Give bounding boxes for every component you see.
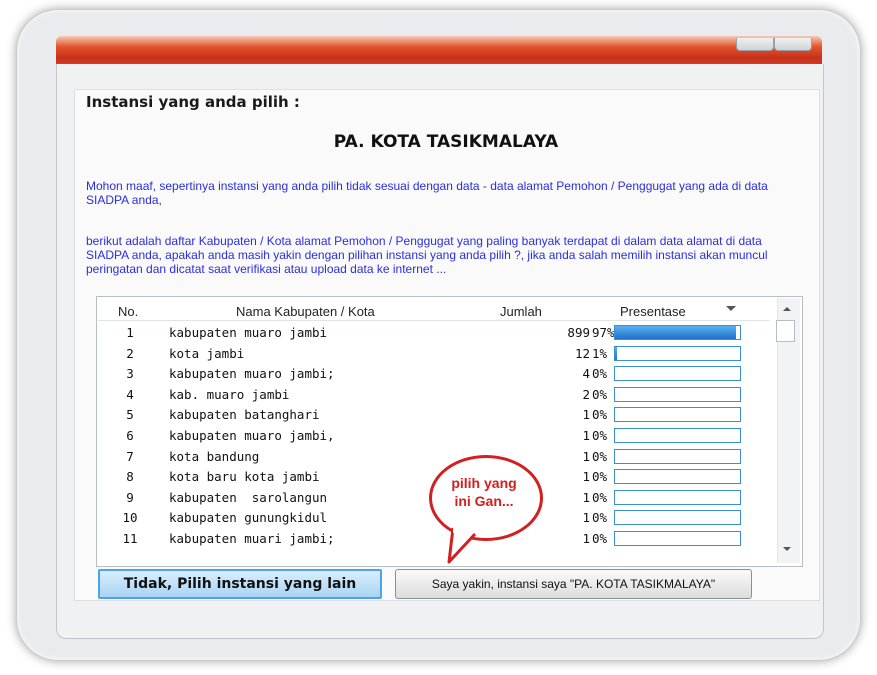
row-progress-bar <box>614 386 741 402</box>
row-number: 11 <box>122 531 138 546</box>
progress-fill <box>615 326 737 339</box>
row-number: 8 <box>126 469 134 485</box>
row-kabupaten-name: kabupaten batanghari <box>169 407 320 423</box>
row-number: 3 <box>126 366 134 382</box>
row-kabupaten-name: kabupaten muaro jambi <box>169 325 328 340</box>
row-number: 10 <box>122 510 138 526</box>
row-jumlah: 1 <box>582 448 590 464</box>
scrollbar-thumb[interactable] <box>776 320 795 342</box>
selected-institution: PA. KOTA TASIKMALAYA <box>333 132 559 152</box>
row-progress-bar <box>614 325 741 340</box>
row-progress-bar <box>614 407 741 423</box>
info-message: berikut adalah daftar Kabupaten / Kota a… <box>86 234 768 276</box>
row-percent: 0% <box>592 469 608 485</box>
table-row[interactable]: 7 kota bandung 1 0% <box>98 446 770 466</box>
row-progress-bar <box>614 489 741 505</box>
row-percent: 0% <box>592 531 608 546</box>
sort-desc-icon[interactable] <box>726 306 736 311</box>
row-kabupaten-name: kabupaten muaro jambi; <box>169 366 335 382</box>
table-row[interactable]: 1 kabupaten muaro jambi 899 97% <box>98 322 770 342</box>
row-jumlah: 2 <box>582 386 590 402</box>
row-jumlah: 1 <box>582 531 590 546</box>
row-jumlah: 12 <box>574 345 590 361</box>
row-kabupaten-name: kota baru kota jambi <box>169 469 320 485</box>
table-row[interactable]: 3 kabupaten muaro jambi; 4 0% <box>98 363 770 383</box>
scroll-up-icon[interactable] <box>783 307 791 311</box>
row-progress-bar <box>614 510 741 526</box>
maximize-button[interactable] <box>774 38 812 51</box>
scroll-down-icon[interactable] <box>783 547 791 551</box>
row-jumlah: 1 <box>582 407 590 423</box>
callout-tail <box>447 528 477 564</box>
row-kabupaten-name: kabupaten muaro jambi, <box>169 428 335 443</box>
row-number: 1 <box>126 325 134 340</box>
table-row[interactable]: 4 kab. muaro jambi 2 0% <box>98 384 770 404</box>
row-percent: 0% <box>592 386 608 402</box>
row-number: 6 <box>126 428 134 443</box>
tidak-pilih-lain-button[interactable]: Tidak, Pilih instansi yang lain <box>98 569 382 599</box>
table-row[interactable]: 2 kota jambi 12 1% <box>98 343 770 363</box>
warning-message: Mohon maaf, sepertinya instansi yang and… <box>86 179 768 207</box>
callout-text: pilih yang ini Gan... <box>451 475 517 509</box>
column-header-presentase[interactable]: Presentase <box>620 304 686 319</box>
row-percent: 0% <box>592 428 608 443</box>
row-percent: 97% <box>592 325 615 340</box>
row-kabupaten-name: kabupaten sarolangun <box>169 489 328 505</box>
row-progress-bar <box>614 448 741 464</box>
column-header-no[interactable]: No. <box>118 304 138 319</box>
row-percent: 0% <box>592 510 608 526</box>
row-percent: 0% <box>592 407 608 423</box>
minimize-button[interactable] <box>736 38 774 51</box>
row-kabupaten-name: kabupaten gunungkidul <box>169 510 328 526</box>
row-progress-bar <box>614 469 741 485</box>
column-header-nama[interactable]: Nama Kabupaten / Kota <box>236 304 375 319</box>
column-header-jumlah[interactable]: Jumlah <box>500 304 542 319</box>
progress-fill <box>615 346 617 360</box>
row-jumlah: 4 <box>582 366 590 382</box>
row-progress-bar <box>614 345 741 361</box>
saya-yakin-button[interactable]: Saya yakin, instansi saya "PA. KOTA TASI… <box>395 569 752 599</box>
table-row[interactable]: 11 kabupaten muari jambi; 1 0% <box>98 528 770 548</box>
table-row[interactable]: 5 kabupaten batanghari 1 0% <box>98 404 770 424</box>
row-kabupaten-name: kab. muaro jambi <box>169 386 290 402</box>
row-number: 5 <box>126 407 134 423</box>
row-number: 9 <box>126 489 134 505</box>
heading-label: Instansi yang anda pilih : <box>86 93 300 111</box>
row-number: 4 <box>126 386 134 402</box>
row-percent: 0% <box>592 489 608 505</box>
row-jumlah: 1 <box>582 428 590 443</box>
row-progress-bar <box>614 366 741 382</box>
row-kabupaten-name: kota bandung <box>169 448 260 464</box>
row-jumlah: 899 <box>567 325 590 340</box>
row-kabupaten-name: kota jambi <box>169 345 245 361</box>
row-number: 7 <box>126 448 134 464</box>
row-percent: 1% <box>592 345 608 361</box>
row-progress-bar <box>614 531 741 546</box>
table-row[interactable]: 6 kabupaten muaro jambi, 1 0% <box>98 425 770 445</box>
header-divider <box>98 320 770 321</box>
row-kabupaten-name: kabupaten muari jambi; <box>169 531 335 546</box>
row-number: 2 <box>126 345 134 361</box>
row-percent: 0% <box>592 366 608 382</box>
row-percent: 0% <box>592 448 608 464</box>
row-progress-bar <box>614 428 741 443</box>
